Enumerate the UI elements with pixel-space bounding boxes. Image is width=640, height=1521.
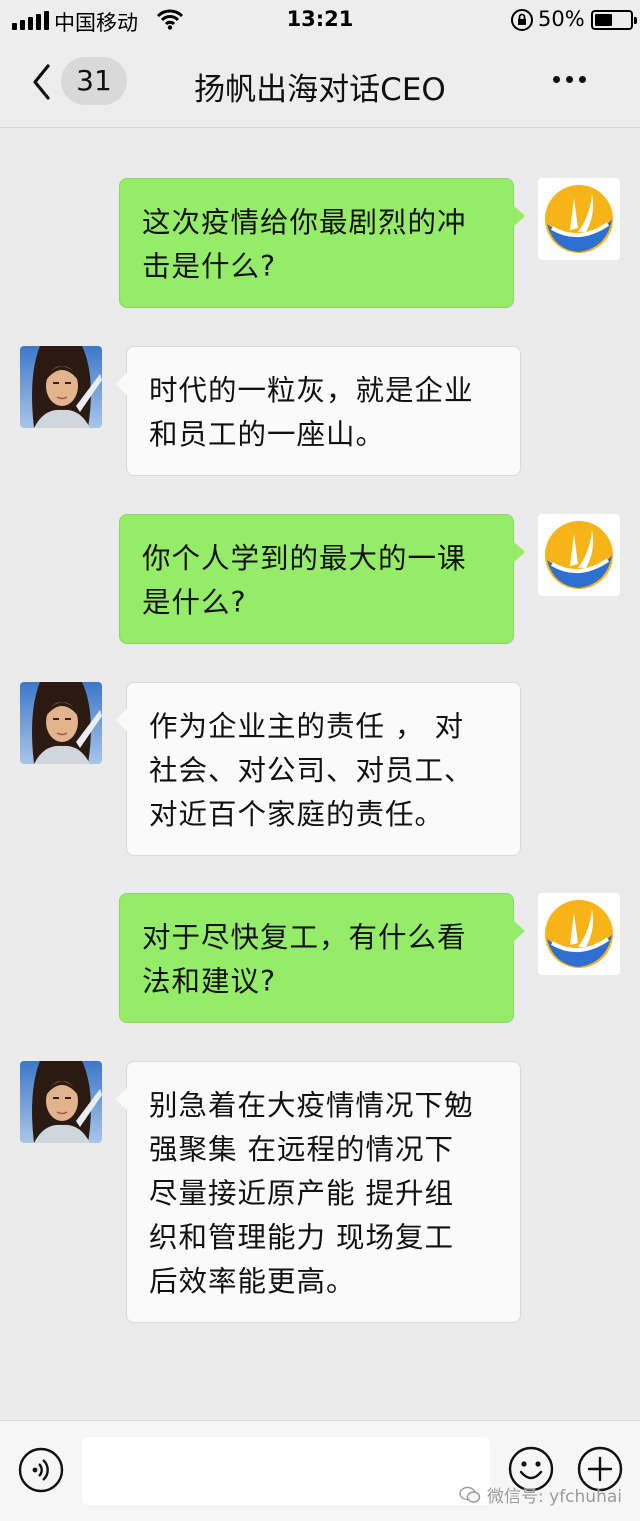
message-bubble[interactable]: 时代的一粒灰，就是企业 和员工的一座山。 — [115, 346, 521, 476]
message-bubble[interactable]: 你个人学到的最大的一课 是什么? — [119, 514, 525, 644]
own-avatar[interactable] — [538, 178, 620, 260]
chat-header: 31 扬帆出海对话CEO — [0, 40, 640, 128]
message-bubble[interactable]: 对于尽快复工，有什么看 法和建议? — [119, 893, 525, 1023]
message-text-line: 时代的一粒灰，就是企业 — [149, 374, 474, 407]
message-text-line: 后效率能更高。 — [149, 1265, 356, 1298]
message-bubble[interactable]: 别急着在大疫情情况下勉 强聚集 在远程的情况下 尽量接近原产能 提升组 织和管理能力 … — [115, 1061, 521, 1323]
message-text-line: 和员工的一座山。 — [149, 418, 386, 451]
message-text-line: 你个人学到的最大的一课 — [142, 542, 467, 575]
battery-level — [595, 14, 612, 26]
message-text-line: 击是什么? — [142, 250, 277, 283]
message-text-line: 这次疫情给你最剧烈的冲 — [142, 206, 467, 239]
incoming-message: 作为企业主的责任 ， 对社会、对公司、对员工、 对近百个家庭的责任。 — [0, 682, 640, 860]
message-text-line: 尽量接近原产能 提升组 — [149, 1177, 455, 1210]
message-text-line: 对近百个家庭的责任。 — [149, 798, 445, 831]
message-text-line: 织和管理能力 现场复工 — [149, 1221, 455, 1254]
own-avatar[interactable] — [538, 893, 620, 975]
message-text-line: 法和建议? — [142, 965, 277, 998]
incoming-message: 别急着在大疫情情况下勉 强聚集 在远程的情况下 尽量接近原产能 提升组 织和管理能力 … — [0, 1061, 640, 1327]
chat-title: 扬帆出海对话CEO — [194, 72, 446, 108]
outgoing-message: 这次疫情给你最剧烈的冲 击是什么? — [0, 178, 640, 312]
message-text-line: 别急着在大疫情情况下勉 — [149, 1089, 474, 1122]
contact-avatar[interactable] — [20, 682, 102, 764]
message-text-line: 作为企业主的责任 ， 对 — [149, 710, 465, 743]
status-bar: 中国移动 13:21 50% — [0, 0, 640, 40]
more-dots-icon — [553, 76, 560, 83]
contact-avatar[interactable] — [20, 1061, 102, 1143]
voice-icon — [18, 1447, 64, 1493]
message-text-line: 是什么? — [142, 586, 247, 619]
message-bubble[interactable]: 作为企业主的责任 ， 对社会、对公司、对员工、 对近百个家庭的责任。 — [115, 682, 521, 856]
more-options-button[interactable] — [553, 76, 586, 83]
watermark-text: 微信号: yfchuhai — [487, 1487, 622, 1507]
message-text-line: 对于尽快复工，有什么看 — [142, 921, 467, 954]
message-bubble[interactable]: 这次疫情给你最剧烈的冲 击是什么? — [119, 178, 525, 308]
message-text-line: 社会、对公司、对员工、 — [149, 754, 474, 787]
wechat-logo-icon — [459, 1486, 481, 1503]
contact-avatar[interactable] — [20, 346, 102, 428]
input-bar: 微信号: yfchuhai — [0, 1420, 640, 1521]
voice-input-button[interactable] — [18, 1447, 64, 1493]
outgoing-message: 你个人学到的最大的一课 是什么? — [0, 514, 640, 648]
own-avatar[interactable] — [538, 514, 620, 596]
incoming-message: 时代的一粒灰，就是企业 和员工的一座山。 — [0, 346, 640, 480]
watermark: 微信号: yfchuhai — [459, 1482, 622, 1507]
rotation-lock-icon — [510, 8, 534, 37]
battery-percent: 50% — [538, 7, 585, 31]
battery-icon — [591, 10, 637, 30]
message-text-line: 强聚集 在远程的情况下 — [149, 1133, 455, 1166]
outgoing-message: 对于尽快复工，有什么看 法和建议? — [0, 893, 640, 1027]
message-input[interactable] — [82, 1437, 490, 1505]
